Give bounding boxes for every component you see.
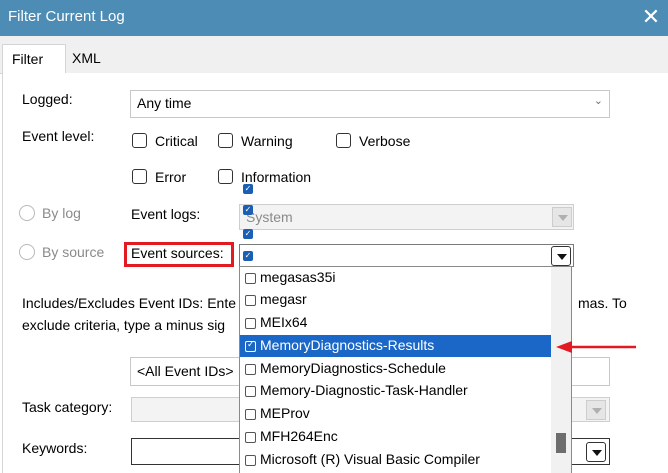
item-checkbox[interactable] bbox=[245, 409, 256, 420]
tab-xml[interactable]: XML bbox=[72, 46, 101, 74]
event-sources-select[interactable] bbox=[239, 244, 574, 267]
list-item-selected[interactable]: MemoryDiagnostics-Results bbox=[240, 335, 551, 357]
item-checkbox-checked[interactable] bbox=[245, 339, 256, 352]
error-checkbox[interactable] bbox=[132, 169, 147, 184]
list-item-label: MemoryDiagnostics-Schedule bbox=[260, 360, 446, 376]
list-item[interactable]: MEIx64 bbox=[240, 312, 551, 334]
list-item-label: MFH264Enc bbox=[260, 428, 338, 444]
list-item[interactable]: Memory-Diagnostic-Task-Handler bbox=[240, 380, 551, 402]
window-title: Filter Current Log bbox=[8, 8, 125, 25]
keywords-dropdown-button[interactable] bbox=[586, 442, 606, 462]
list-item[interactable]: MEProv bbox=[240, 403, 551, 425]
warning-label: Warning bbox=[241, 133, 293, 149]
event-level-label: Event level: bbox=[22, 128, 95, 144]
list-item-label: Memory-Diagnostic-Task-Handler bbox=[260, 382, 468, 398]
title-bar: Filter Current Log ✕ bbox=[0, 0, 668, 36]
item-checkbox[interactable] bbox=[245, 273, 256, 284]
warning-checkbox[interactable] bbox=[218, 133, 233, 148]
event-sources-dropdown-list: megasas35i megasr MEIx64 MemoryDiagnosti… bbox=[239, 266, 572, 473]
event-logs-value: System bbox=[246, 209, 293, 225]
chevron-down-icon bbox=[558, 215, 568, 221]
item-checkbox[interactable] bbox=[245, 295, 256, 306]
event-ids-description-end: mas. To bbox=[578, 295, 627, 311]
list-item[interactable]: megasr bbox=[240, 289, 551, 311]
list-item-label: MemoryDiagnostics-Results bbox=[260, 337, 435, 353]
by-source-label: By source bbox=[42, 244, 105, 260]
verbose-checkbox[interactable] bbox=[336, 133, 351, 148]
event-sources-label: Event sources: bbox=[131, 245, 224, 261]
chevron-down-icon: ⌄ bbox=[593, 95, 603, 107]
item-checkbox[interactable] bbox=[245, 386, 256, 397]
list-item[interactable]: Microsoft (R) Visual Basic Compiler bbox=[240, 449, 551, 471]
list-item-label: MEIx64 bbox=[260, 314, 308, 330]
event-ids-description-line2: exclude criteria, type a minus sig bbox=[22, 317, 226, 333]
task-category-dropdown-button[interactable] bbox=[586, 400, 606, 420]
logged-select[interactable]: Any time ⌄ bbox=[130, 90, 610, 118]
event-ids-description: Includes/Excludes Event IDs: Ente bbox=[22, 295, 236, 311]
checkmark-icon: ✓ bbox=[243, 229, 253, 239]
list-item-label: megasas35i bbox=[260, 269, 336, 285]
event-logs-select[interactable]: System bbox=[239, 204, 574, 230]
checkmark-icon: ✓ bbox=[243, 184, 253, 194]
information-checkbox[interactable] bbox=[218, 169, 233, 184]
verbose-label: Verbose bbox=[359, 133, 411, 149]
by-log-label: By log bbox=[42, 205, 81, 221]
item-checkbox[interactable] bbox=[245, 432, 256, 443]
event-sources-dropdown-button[interactable] bbox=[551, 246, 571, 266]
critical-checkbox[interactable] bbox=[132, 133, 147, 148]
keywords-label: Keywords: bbox=[22, 440, 88, 456]
logged-label: Logged: bbox=[22, 91, 73, 107]
event-logs-label: Event logs: bbox=[131, 206, 201, 222]
error-label: Error bbox=[155, 169, 187, 185]
item-checkbox[interactable] bbox=[245, 455, 256, 466]
list-item-label: MEProv bbox=[260, 405, 310, 421]
checkmark-icon: ✓ bbox=[243, 205, 253, 215]
critical-label: Critical bbox=[155, 133, 198, 149]
list-item-label: Microsoft (R) Visual Basic Compiler bbox=[260, 451, 480, 467]
item-checkbox[interactable] bbox=[245, 318, 256, 329]
tab-filter[interactable]: Filter bbox=[2, 44, 66, 75]
by-log-radio[interactable] bbox=[19, 205, 35, 221]
close-icon[interactable]: ✕ bbox=[636, 1, 666, 33]
chevron-down-icon bbox=[592, 408, 602, 414]
item-checkbox[interactable] bbox=[245, 364, 256, 375]
logged-value: Any time bbox=[137, 95, 192, 111]
scrollbar[interactable] bbox=[551, 267, 571, 473]
list-item[interactable]: MFH264Enc bbox=[240, 426, 551, 448]
scrollbar-thumb[interactable] bbox=[556, 433, 566, 453]
list-item-label: megasr bbox=[260, 291, 307, 307]
event-logs-dropdown-button[interactable] bbox=[552, 207, 572, 227]
list-item[interactable]: megasas35i bbox=[240, 267, 551, 289]
information-label: Information bbox=[241, 169, 312, 185]
tab-strip: Filter XML bbox=[0, 36, 668, 75]
by-source-radio[interactable] bbox=[19, 244, 35, 260]
task-category-label: Task category: bbox=[22, 399, 113, 415]
checkmark-icon: ✓ bbox=[243, 251, 253, 261]
chevron-down-icon bbox=[592, 450, 602, 456]
list-item[interactable]: MemoryDiagnostics-Schedule bbox=[240, 358, 551, 380]
red-arrow-icon bbox=[556, 341, 636, 353]
event-ids-value: <All Event IDs> bbox=[137, 363, 234, 379]
chevron-down-icon bbox=[557, 254, 567, 260]
